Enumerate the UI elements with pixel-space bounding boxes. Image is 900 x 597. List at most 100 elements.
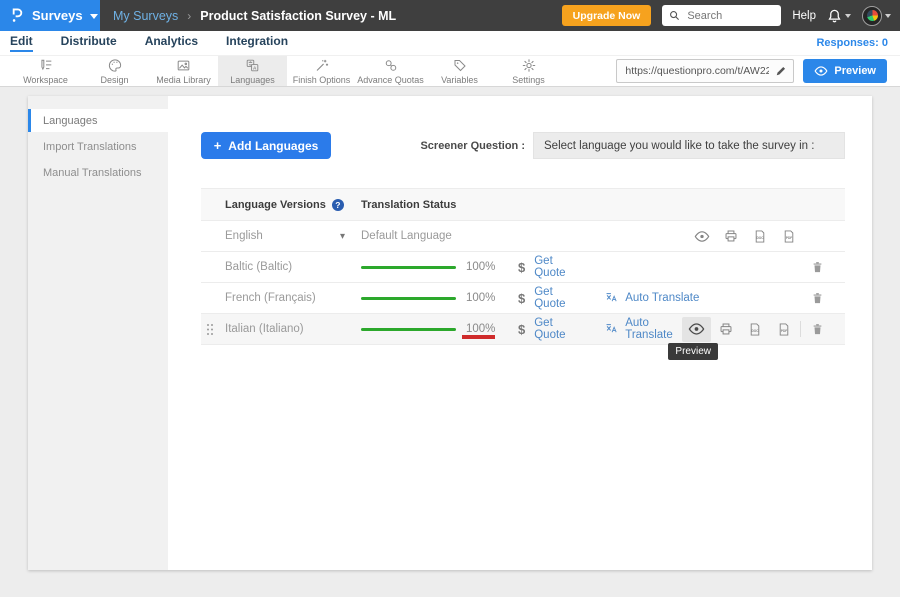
toolbar-item-languages[interactable]: A Languages xyxy=(218,56,287,86)
export-doc-icon[interactable]: DOC xyxy=(745,224,774,249)
plus-icon: + xyxy=(214,138,222,153)
print-icon[interactable] xyxy=(716,224,745,249)
get-quote-link[interactable]: Get Quote xyxy=(534,286,586,310)
column-language-label: Language Versions xyxy=(225,199,326,211)
sidebar-item-label: Import Translations xyxy=(43,141,137,153)
translation-progress-bar xyxy=(361,328,456,331)
search-box[interactable] xyxy=(662,5,781,26)
bell-icon xyxy=(827,8,842,24)
product-menu[interactable]: Surveys xyxy=(0,0,100,31)
settings-gear-icon xyxy=(521,58,537,73)
delete-trash-icon[interactable] xyxy=(803,286,832,311)
column-language-versions: Language Versions ? xyxy=(201,199,361,211)
sidebar-item-languages[interactable]: Languages xyxy=(28,109,168,132)
translate-icon xyxy=(604,322,619,336)
preview-button[interactable]: Preview xyxy=(803,59,887,83)
delete-trash-icon[interactable] xyxy=(803,317,832,342)
breadcrumb-current-survey: Product Satisfaction Survey - ML xyxy=(200,9,396,23)
export-doc-icon[interactable]: DOC xyxy=(740,317,769,342)
tab-integration[interactable]: Integration xyxy=(226,34,288,52)
screener-question-group: Screener Question : Select language you … xyxy=(420,132,845,159)
translation-progress-bar xyxy=(361,297,456,300)
default-language-dropdown[interactable]: English ▾ xyxy=(201,230,361,242)
actions-spacer xyxy=(803,224,832,249)
preview-eye-icon[interactable] xyxy=(682,317,711,342)
add-languages-label: Add Languages xyxy=(228,139,318,153)
toolbar-item-settings[interactable]: Settings xyxy=(494,56,563,86)
toolbar-item-design[interactable]: Media Library Design xyxy=(80,56,149,86)
toolbar-item-workspace[interactable]: Workspace xyxy=(11,56,80,86)
avatar xyxy=(862,6,882,26)
survey-url-field[interactable]: https://questionpro.com/t/AW22Zd1S1 xyxy=(616,59,794,83)
svg-text:PDF: PDF xyxy=(780,329,786,333)
media-library-icon xyxy=(175,58,192,73)
sidebar-item-label: Languages xyxy=(43,115,97,127)
auto-translate-label: Auto Translate xyxy=(625,317,682,341)
tab-edit[interactable]: Edit xyxy=(10,34,33,52)
breadcrumb: My Surveys › Product Satisfaction Survey… xyxy=(113,9,396,23)
responses-count[interactable]: Responses: 0 xyxy=(816,37,888,49)
preview-eye-icon[interactable] xyxy=(687,224,716,249)
help-link[interactable]: Help xyxy=(792,10,816,22)
search-input[interactable] xyxy=(685,9,774,23)
language-name: English xyxy=(225,230,263,242)
toolbar-item-media-library[interactable]: Media Library xyxy=(149,56,218,86)
auto-translate-link[interactable]: Auto Translate xyxy=(604,291,699,305)
language-versions-table: Language Versions ? Translation Status E… xyxy=(201,188,845,345)
sidebar-item-manual-translations[interactable]: Manual Translations xyxy=(28,161,168,184)
notifications-menu[interactable] xyxy=(827,8,851,24)
get-quote-link[interactable]: Get Quote xyxy=(534,255,586,279)
translation-percent: 100% xyxy=(466,323,498,335)
dollar-icon[interactable]: $ xyxy=(518,291,525,306)
survey-nav-tabs: Edit Distribute Analytics Integration Re… xyxy=(0,31,900,55)
upgrade-now-button[interactable]: Upgrade Now xyxy=(562,5,652,26)
export-pdf-icon[interactable]: PDF xyxy=(769,317,798,342)
topbar-right-group: Upgrade Now Help xyxy=(562,5,900,26)
auto-translate-link[interactable]: Auto Translate xyxy=(604,317,682,341)
tab-distribute[interactable]: Distribute xyxy=(61,34,117,52)
actions-divider xyxy=(800,321,801,337)
dollar-icon[interactable]: $ xyxy=(518,260,525,275)
screener-question-select[interactable]: Select language you would like to take t… xyxy=(533,132,845,159)
caret-down-icon xyxy=(885,14,891,18)
annotation-underline xyxy=(462,335,495,339)
table-row-french: French (Français) 100% $ Get Quote Auto … xyxy=(201,283,845,314)
breadcrumb-my-surveys[interactable]: My Surveys xyxy=(113,9,178,23)
export-pdf-icon[interactable]: PDF xyxy=(774,224,803,249)
row-actions xyxy=(803,255,845,280)
top-bar: Surveys My Surveys › Product Satisfactio… xyxy=(0,0,900,31)
screener-question-label: Screener Question : xyxy=(420,140,525,152)
table-row-english: English ▾ Default Language DOC xyxy=(201,221,845,252)
delete-trash-icon[interactable] xyxy=(803,255,832,280)
get-quote-link[interactable]: Get Quote xyxy=(534,317,586,341)
default-language-status: Default Language xyxy=(361,230,452,242)
translation-progress-bar xyxy=(361,266,456,269)
language-name-label: Baltic (Baltic) xyxy=(225,261,292,273)
edit-url-pencil-icon[interactable] xyxy=(769,65,793,77)
column-translation-status: Translation Status xyxy=(361,199,456,211)
toolbar-item-advance-quotas[interactable]: Advance Quotas xyxy=(356,56,425,86)
svg-text:DOC: DOC xyxy=(756,236,764,240)
edit-toolbar: Workspace Media Library Design Media Lib… xyxy=(0,55,900,87)
languages-sidebar: Languages Import Translations Manual Tra… xyxy=(28,96,168,570)
translate-icon xyxy=(604,291,619,305)
translation-percent: 100% xyxy=(466,292,498,304)
tab-analytics[interactable]: Analytics xyxy=(145,34,198,52)
sidebar-item-import-translations[interactable]: Import Translations xyxy=(28,135,168,158)
help-question-icon[interactable]: ? xyxy=(332,199,344,211)
content-top-row: + Add Languages Screener Question : Sele… xyxy=(201,132,845,159)
caret-down-icon xyxy=(90,14,98,19)
screener-question-value: Select language you would like to take t… xyxy=(544,140,814,152)
table-header: Language Versions ? Translation Status xyxy=(201,188,845,221)
toolbar-right-group: https://questionpro.com/t/AW22Zd1S1 Prev… xyxy=(616,56,900,86)
print-icon[interactable] xyxy=(711,317,740,342)
account-menu[interactable] xyxy=(862,6,891,26)
toolbar-item-variables[interactable]: Variables xyxy=(425,56,494,86)
add-languages-button[interactable]: + Add Languages xyxy=(201,132,331,159)
dollar-icon[interactable]: $ xyxy=(518,322,525,337)
toolbar-item-finish-options[interactable]: Finish Options xyxy=(287,56,356,86)
preview-tooltip: Preview xyxy=(668,343,718,360)
row-actions: DOC PDF xyxy=(682,317,845,342)
drag-handle-icon[interactable] xyxy=(206,323,214,336)
language-name-label: Italian (Italiano) xyxy=(225,323,304,335)
